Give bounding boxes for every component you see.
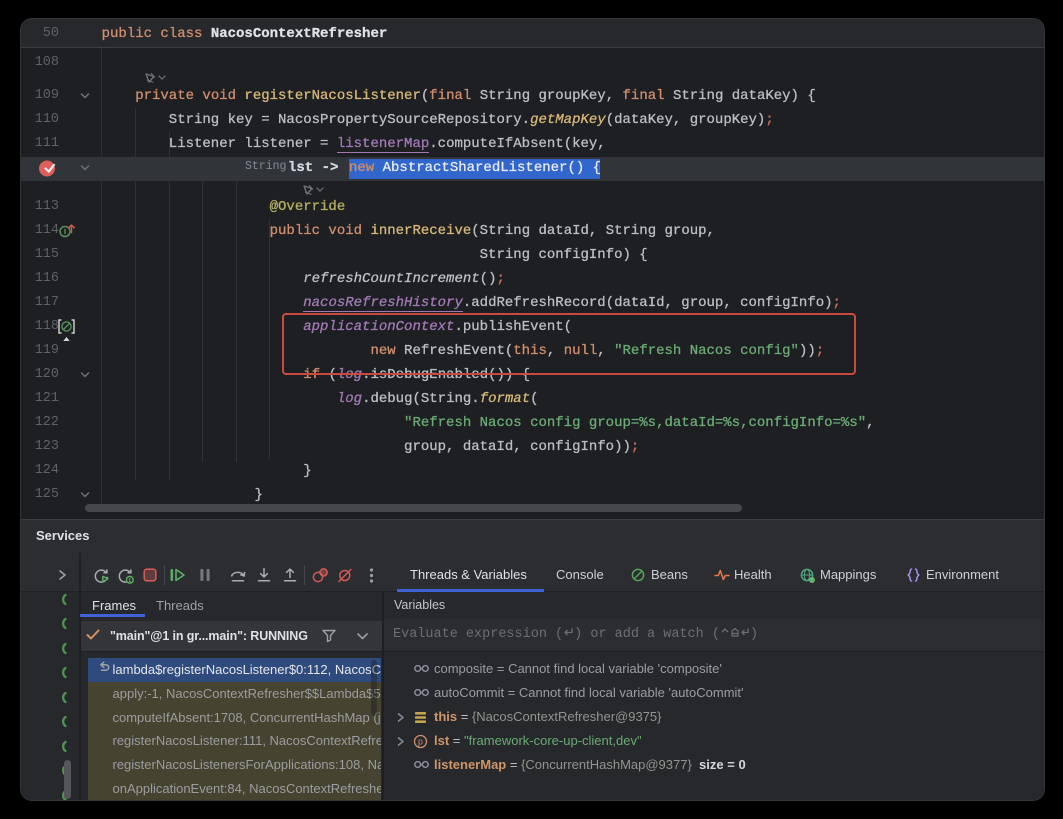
svg-text:p: p — [418, 737, 423, 747]
